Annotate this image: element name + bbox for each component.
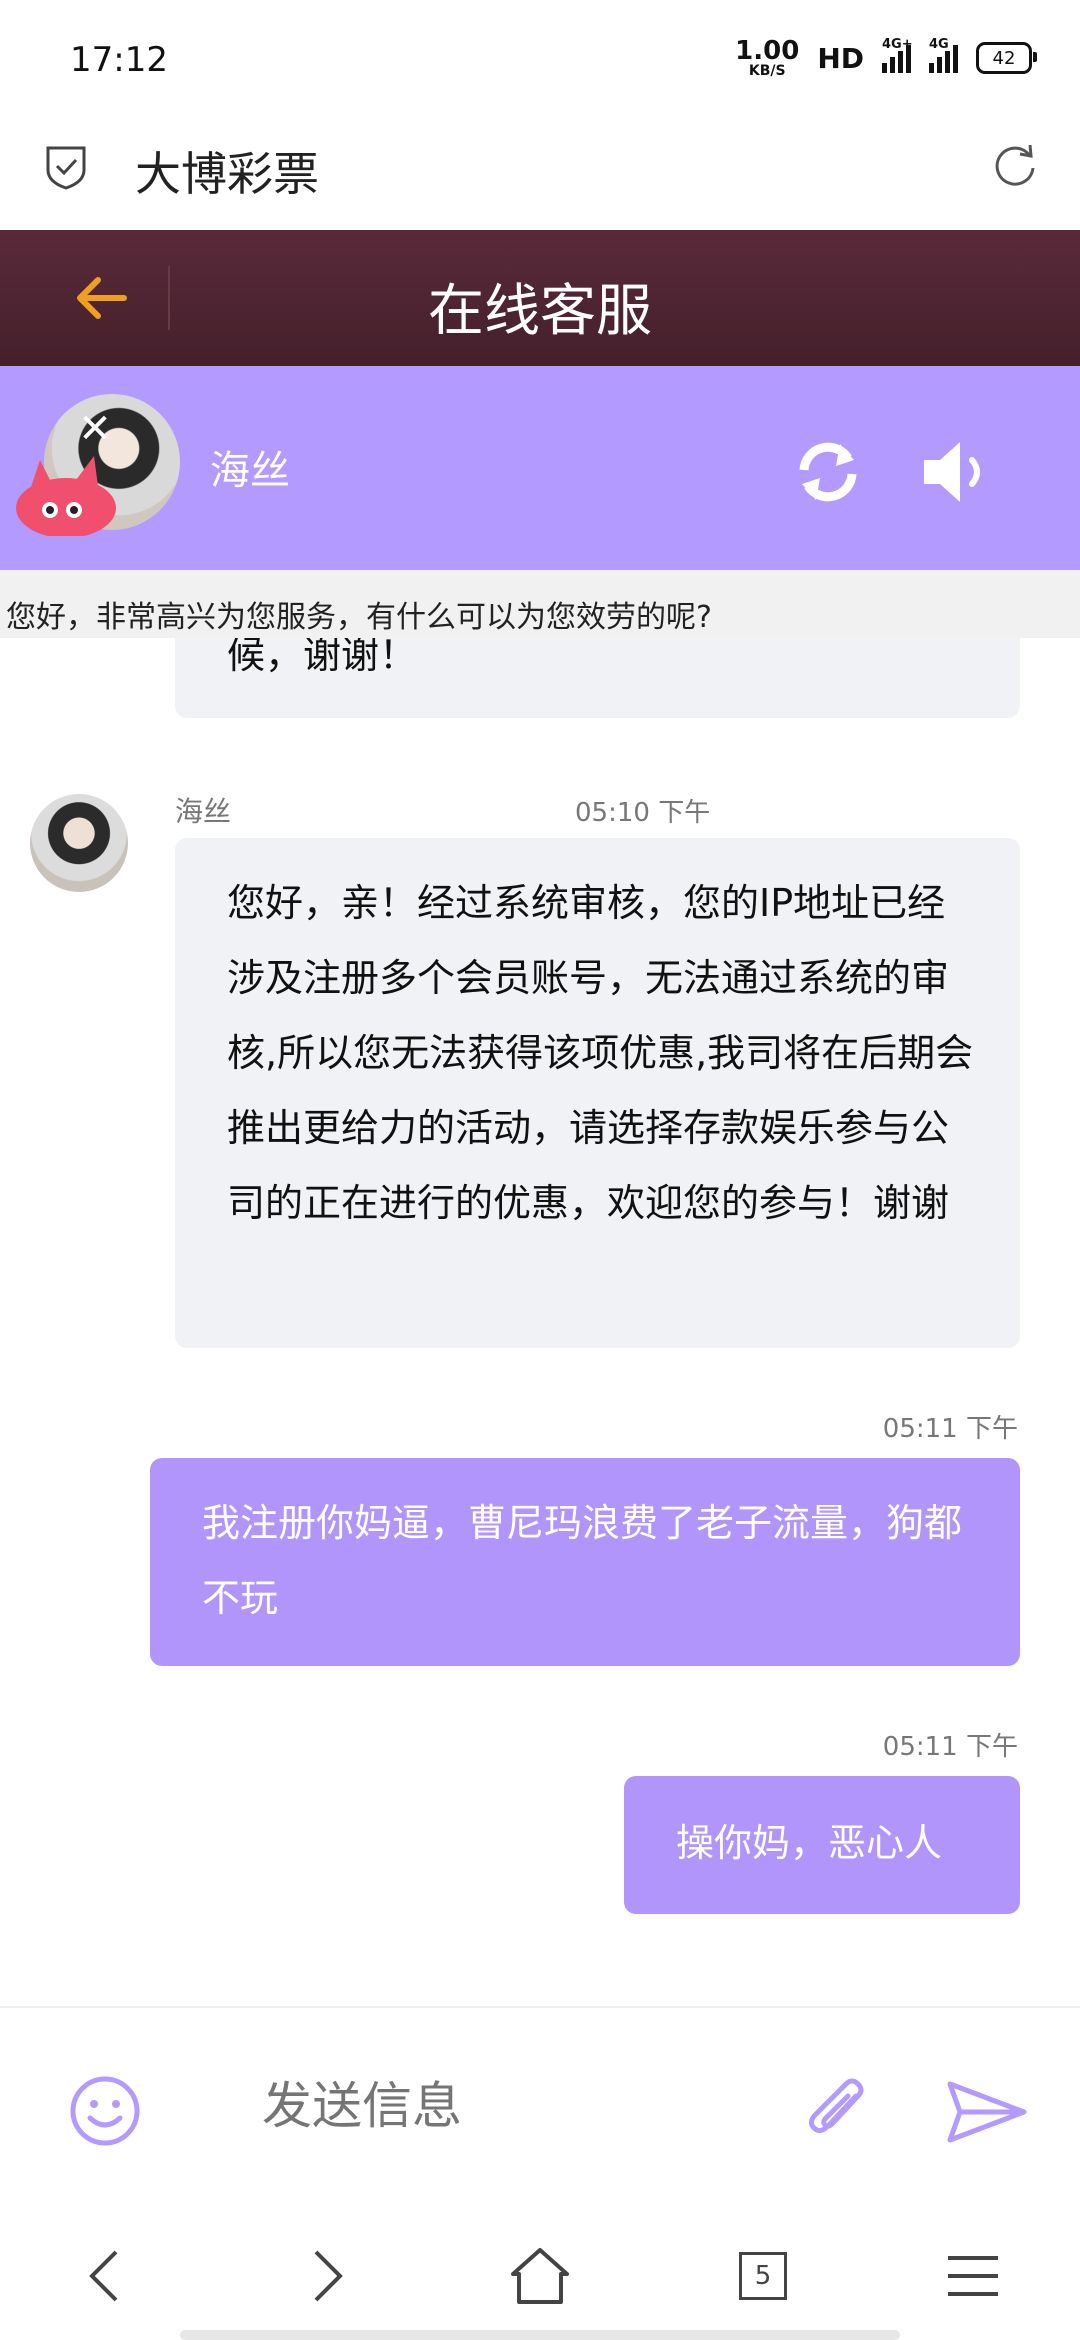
signal-label-2: 4G [929, 37, 949, 52]
message-time: 05:11 下午 [882, 1414, 1018, 1444]
agent-name: 海丝 [210, 448, 290, 494]
signal-icon: 4G+ [882, 37, 913, 73]
close-icon[interactable]: ✕ [70, 404, 120, 454]
browser-bar: 大博彩票 [0, 110, 1080, 230]
status-time: 17:12 [70, 40, 168, 80]
sender-name: 海丝 [175, 795, 232, 828]
refresh-icon[interactable] [790, 434, 866, 510]
signal-icon-2: 4G [929, 37, 958, 73]
reload-icon[interactable] [990, 140, 1040, 190]
send-icon[interactable] [946, 2078, 1028, 2146]
sound-icon[interactable] [920, 434, 996, 510]
tabs-count: 5 [754, 2261, 772, 2291]
chat-area[interactable]: 候，谢谢！ 海丝 05:10 下午 您好，亲！经过系统审核，您的IP地址已经涉及… [0, 638, 1080, 2006]
message-text: 操你妈，恶心人 [676, 1821, 943, 1865]
message-bubble: 您好，亲！经过系统审核，您的IP地址已经涉及注册多个会员账号，无法通过系统的审核… [175, 838, 1020, 1348]
nav-tabs-button[interactable]: 5 [728, 2244, 798, 2308]
paperclip-icon[interactable] [800, 2074, 876, 2150]
message-time: 05:11 下午 [882, 1732, 1018, 1762]
message-input[interactable] [262, 2066, 762, 2146]
network-speed: 1.00 KB/S [735, 38, 799, 78]
notice-marquee: 您好，非常高兴为您服务，有什么可以为您效劳的呢? [0, 570, 1080, 638]
nav-forward-icon[interactable] [290, 2244, 360, 2308]
pig-mascot-icon [16, 456, 116, 536]
message-text: 您好，亲！经过系统审核，您的IP地址已经涉及注册多个会员账号，无法通过系统的审核… [227, 881, 974, 1225]
message-text: 我注册你妈逼，曹尼玛浪费了老子流量，狗都不玩 [202, 1501, 963, 1620]
signal-label: 4G+ [882, 37, 913, 52]
app-header: 在线客服 [0, 230, 1080, 366]
nav-menu-icon[interactable] [938, 2244, 1008, 2308]
message-text: 候，谢谢！ [227, 638, 418, 677]
agent-bar: ✕ 海丝 [0, 366, 1080, 570]
message-bubble: 我注册你妈逼，曹尼玛浪费了老子流量，狗都不玩 [150, 1458, 1020, 1666]
battery-icon: 42 [976, 42, 1037, 74]
tabs-icon: 5 [739, 2252, 787, 2300]
bottom-nav: 5 [0, 2204, 1080, 2340]
nav-home-icon[interactable] [505, 2244, 575, 2308]
emoji-icon[interactable] [68, 2074, 142, 2148]
avatar [30, 794, 128, 892]
notice-text: 您好，非常高兴为您服务，有什么可以为您效劳的呢? [6, 600, 712, 635]
network-speed-unit: KB/S [748, 63, 786, 79]
message-bubble: 操你妈，恶心人 [624, 1776, 1020, 1914]
browser-title: 大博彩票 [135, 147, 319, 201]
hd-indicator: HD [817, 41, 864, 75]
message-bubble: 候，谢谢！ [175, 638, 1020, 718]
nav-back-icon[interactable] [72, 2244, 142, 2308]
status-icons: 1.00 KB/S HD 4G+ 4G 42 [735, 37, 1037, 78]
message-time: 05:10 下午 [575, 798, 711, 828]
network-speed-value: 1.00 [735, 36, 800, 66]
input-bar [0, 2006, 1080, 2206]
shield-icon[interactable] [44, 142, 88, 190]
home-indicator [180, 2330, 900, 2340]
page-title: 在线客服 [428, 279, 652, 344]
battery-level: 42 [992, 47, 1016, 69]
